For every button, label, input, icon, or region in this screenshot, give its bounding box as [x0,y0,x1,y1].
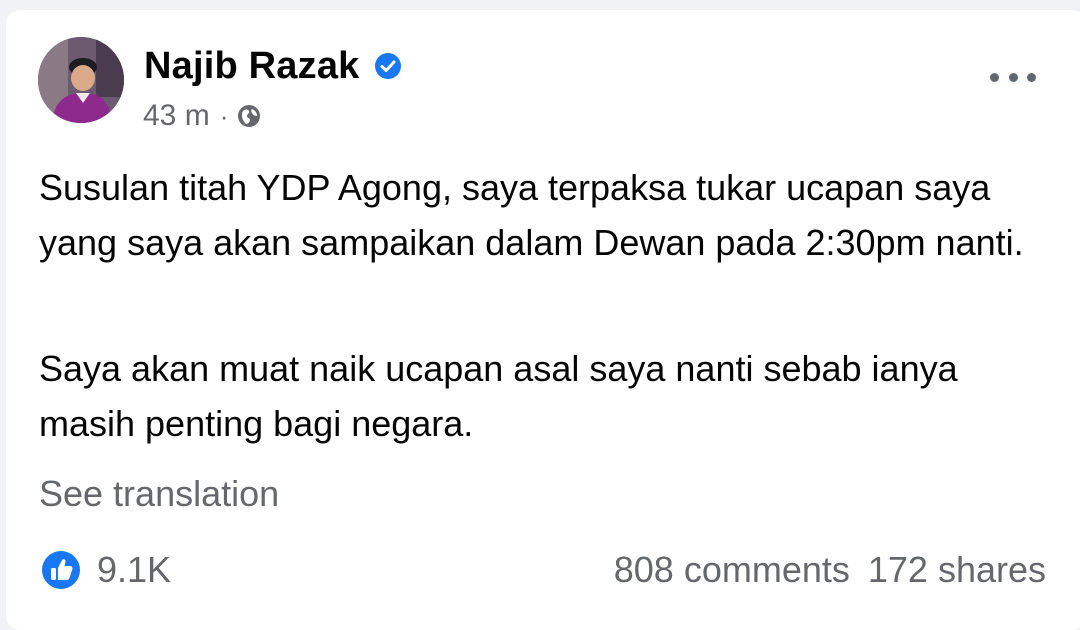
author-avatar[interactable] [38,37,124,123]
profile-photo [38,37,124,123]
post-meta: 43 m · [143,98,262,134]
shares-count-link[interactable]: 172 shares [868,549,1046,591]
reaction-count: 9.1K [97,549,172,590]
engagement-stats: 808 comments 172 shares [614,548,1046,592]
see-translation-link[interactable]: See translation [39,472,279,516]
author-header: Najib Razak [144,42,402,90]
meta-separator: · [219,100,229,131]
post-paragraph-1: Susulan titah YDP Agong, saya terpaksa t… [39,167,1024,263]
globe-icon[interactable] [236,103,262,129]
more-options-icon[interactable] [990,62,1036,92]
verified-badge-icon [374,52,402,80]
reactions-summary[interactable]: 9.1K [41,548,171,592]
post-timestamp[interactable]: 43 m [143,99,210,133]
comments-count-link[interactable]: 808 comments [614,549,850,591]
author-name[interactable]: Najib Razak [144,45,360,88]
post-paragraph-2: Saya akan muat naik ucapan asal saya nan… [39,348,958,444]
post-card: Najib Razak 43 m · Susulan titah YDP Ago… [6,10,1080,630]
like-icon [41,550,81,590]
